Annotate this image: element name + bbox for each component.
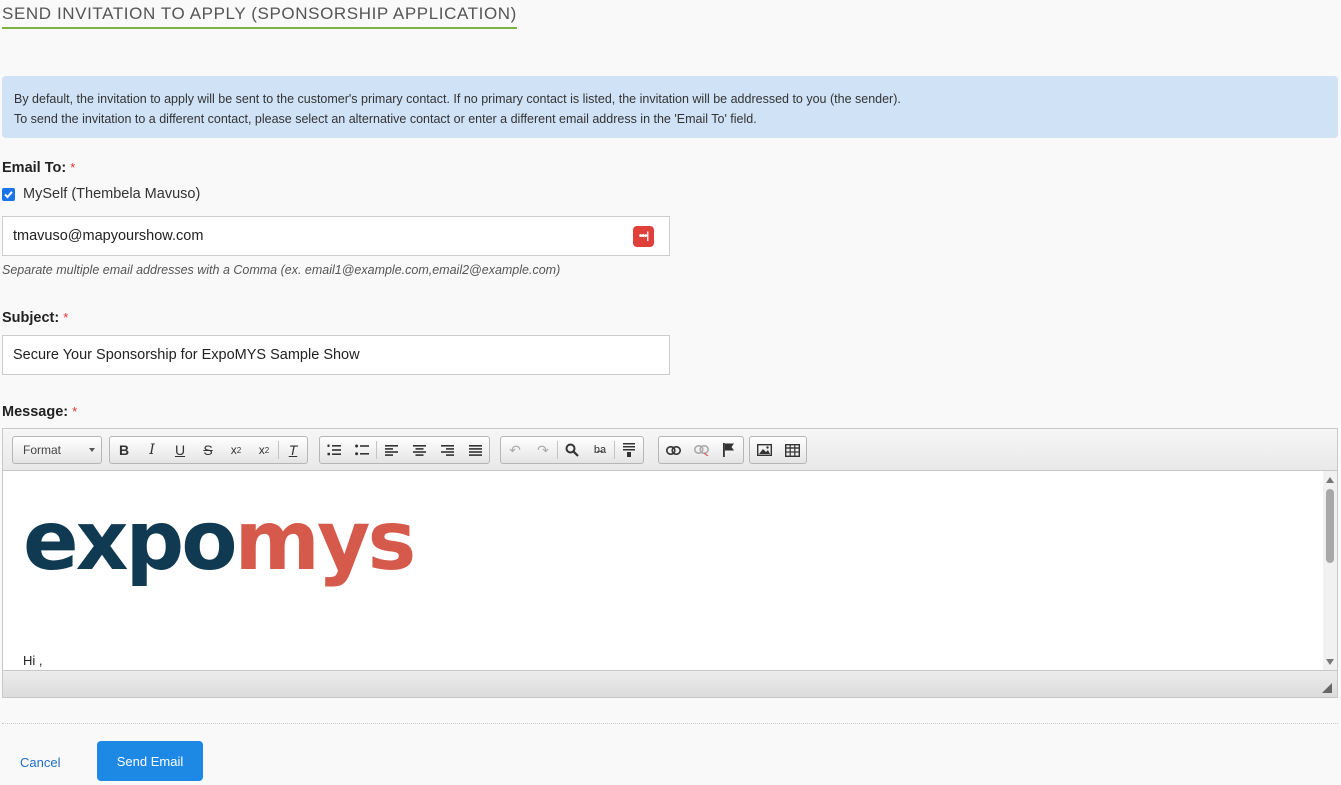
toolbar-group-insert [749, 436, 807, 464]
link-icon[interactable] [659, 437, 687, 463]
required-marker: * [72, 404, 78, 419]
link-svg [665, 445, 681, 455]
bulleted-list-svg [355, 444, 369, 456]
align-right-icon[interactable] [433, 437, 461, 463]
bulleted-list-icon[interactable] [348, 437, 376, 463]
footer-divider [2, 723, 1338, 724]
chevron-down-icon [89, 448, 95, 452]
email-to-label: Email To: * [2, 160, 75, 176]
subject-input[interactable]: Secure Your Sponsorship for ExpoMYS Samp… [2, 335, 670, 375]
scroll-up-icon[interactable] [1326, 477, 1334, 483]
logo-mys: mys [234, 494, 417, 589]
editor-statusbar [3, 670, 1337, 697]
underline-icon[interactable]: U [166, 437, 194, 463]
format-dropdown[interactable]: Format [12, 436, 102, 464]
info-line-1: By default, the invitation to apply will… [14, 92, 901, 106]
undo-icon[interactable]: ↶ [501, 437, 529, 463]
italic-icon[interactable]: I [138, 437, 166, 463]
page-title: SEND INVITATION TO APPLY (SPONSORSHIP AP… [2, 4, 517, 29]
required-marker: * [63, 310, 69, 325]
align-center-icon[interactable] [405, 437, 433, 463]
message-label: Message: * [2, 404, 77, 420]
editor-scrollbar[interactable] [1323, 471, 1337, 671]
myself-checkbox-label: MySelf (Thembela Mavuso) [23, 186, 201, 202]
flag-svg [723, 443, 734, 457]
image-icon[interactable] [750, 437, 778, 463]
message-label-text: Message: [2, 404, 69, 420]
scrollbar-thumb[interactable] [1326, 489, 1334, 563]
align-right-svg [440, 444, 454, 456]
message-editor: Format B I U S x2 x2 T ↶ ↷ b̶a expomys H… [2, 428, 1338, 698]
subject-label-text: Subject: [2, 310, 60, 326]
logo-expo: expo [23, 494, 238, 589]
myself-checkbox-row[interactable]: MySelf (Thembela Mavuso) [2, 186, 200, 202]
replace-icon[interactable]: b̶a [586, 437, 614, 463]
numbered-list-svg [327, 444, 341, 456]
expomys-logo: expomys [23, 501, 416, 583]
align-left-svg [384, 444, 398, 456]
info-line-2: To send the invitation to a different co… [14, 111, 757, 126]
table-icon[interactable] [778, 437, 806, 463]
toolbar-group-paragraph [319, 436, 490, 464]
numbered-list-icon[interactable] [320, 437, 348, 463]
subject-value: Secure Your Sponsorship for ExpoMYS Samp… [13, 347, 360, 363]
email-help-text: Separate multiple email addresses with a… [2, 263, 561, 277]
remove-format-icon[interactable]: T [279, 437, 307, 463]
find-icon[interactable] [558, 437, 586, 463]
email-to-value: tmavuso@mapyourshow.com [13, 228, 204, 244]
info-banner: By default, the invitation to apply will… [2, 76, 1338, 138]
justify-icon[interactable] [461, 437, 489, 463]
subject-label: Subject: * [2, 310, 68, 326]
page-break-svg [623, 443, 635, 457]
table-svg [784, 443, 800, 457]
unlink-icon[interactable] [687, 437, 715, 463]
bold-icon[interactable]: B [110, 437, 138, 463]
align-left-icon[interactable] [377, 437, 405, 463]
required-marker: * [70, 160, 76, 175]
editor-toolbar: Format B I U S x2 x2 T ↶ ↷ b̶a [3, 429, 1337, 471]
myself-checkbox[interactable] [2, 187, 15, 201]
align-center-svg [412, 444, 426, 456]
subscript-icon[interactable]: x2 [222, 437, 250, 463]
redo-icon[interactable]: ↷ [529, 437, 557, 463]
strikethrough-icon[interactable]: S [194, 437, 222, 463]
editor-content[interactable]: expomys Hi , [3, 471, 1323, 671]
anchor-icon[interactable] [715, 437, 743, 463]
check-icon [4, 190, 13, 198]
email-to-input[interactable]: tmavuso@mapyourshow.com •••| [2, 216, 670, 256]
resize-grip-icon[interactable] [1322, 683, 1332, 693]
scroll-down-icon[interactable] [1326, 659, 1334, 665]
cancel-button[interactable]: Cancel [20, 755, 60, 770]
password-manager-icon[interactable]: •••| [633, 226, 654, 247]
page-break-icon[interactable] [615, 437, 643, 463]
send-email-button[interactable]: Send Email [97, 741, 203, 781]
image-svg [756, 444, 772, 456]
superscript-icon[interactable]: x2 [250, 437, 278, 463]
format-dropdown-label: Format [23, 443, 62, 457]
unlink-svg [693, 444, 709, 456]
toolbar-group-basic: B I U S x2 x2 T [109, 436, 308, 464]
toolbar-group-edit: ↶ ↷ b̶a [500, 436, 644, 464]
email-to-label-text: Email To: [2, 160, 67, 176]
magnifier-svg [565, 443, 579, 457]
message-greeting: Hi , [23, 653, 43, 668]
justify-svg [468, 444, 482, 456]
toolbar-group-links [658, 436, 744, 464]
